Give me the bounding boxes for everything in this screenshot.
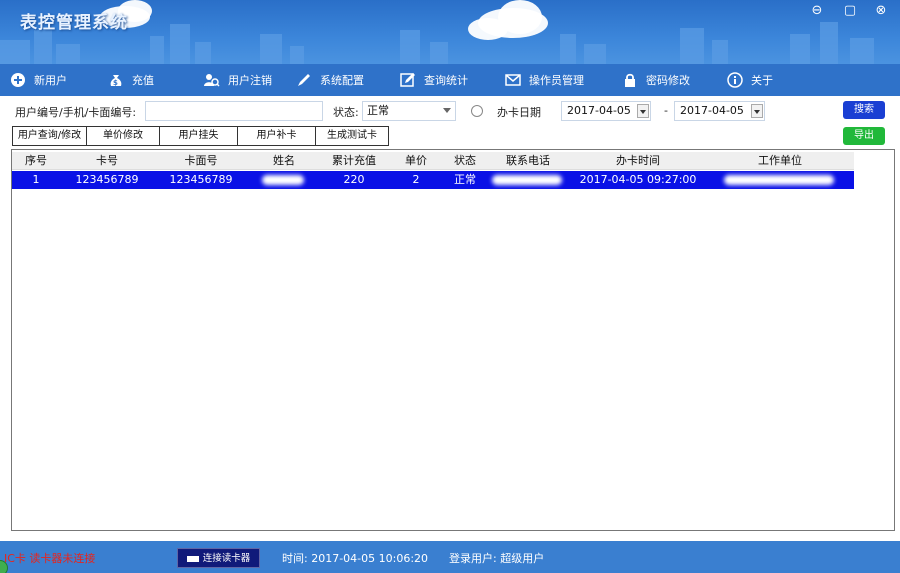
login-user: 登录用户: 超级用户 [449, 552, 545, 565]
redacted-phone [492, 175, 562, 185]
generate-test-card-button[interactable]: 生成测试卡 [315, 126, 389, 146]
user-table[interactable]: 序号 卡号 卡面号 姓名 累计充值 单价 状态 联系电话 办卡时间 工作单位 1… [11, 149, 895, 531]
column-header[interactable]: 累计充值 [320, 152, 388, 170]
date-filter-label: 办卡日期 [497, 106, 541, 119]
user-search-label: 用户编号/手机/卡面编号: [15, 106, 137, 119]
minimize-icon[interactable]: ⊖ [807, 3, 827, 19]
toolbar-about[interactable]: 关于 [727, 72, 807, 88]
unit-price-edit-button[interactable]: 单价修改 [86, 126, 160, 146]
redacted-name [262, 175, 304, 185]
connect-reader-label: 连接读卡器 [202, 553, 251, 564]
toolbar-label: 操作员管理 [529, 74, 584, 87]
toolbar-label: 密码修改 [646, 74, 690, 87]
toolbar-recharge[interactable]: $ 充值 [108, 72, 204, 88]
export-button[interactable]: 导出 [843, 127, 885, 145]
status-select[interactable]: 正常 [362, 101, 456, 121]
table-header: 序号 卡号 卡面号 姓名 累计充值 单价 状态 联系电话 办卡时间 工作单位 [12, 152, 854, 170]
issue-time: 2017-04-05 09:27:00 [579, 173, 697, 186]
toolbar-label: 查询统计 [424, 74, 468, 87]
column-header[interactable]: 联系电话 [486, 152, 570, 170]
lock-icon [622, 72, 638, 88]
column-header[interactable]: 卡号 [60, 152, 154, 170]
action-buttons: 用户查询/修改 单价修改 用户挂失 用户补卡 生成测试卡 [12, 126, 389, 146]
user-search-icon [204, 72, 220, 88]
toolbar-label: 充值 [132, 74, 154, 87]
toolbar-new-user[interactable]: 新用户 [10, 72, 108, 88]
info-icon [727, 72, 743, 88]
date-filter-radio[interactable] [471, 105, 483, 117]
column-header[interactable]: 姓名 [248, 152, 320, 170]
column-header[interactable]: 办卡时间 [570, 152, 706, 170]
status-label: 状态: [333, 106, 359, 119]
usb-icon [186, 555, 199, 562]
filter-row: 用户编号/手机/卡面编号: 状态: 正常 办卡日期 2017-04-05 - 2… [0, 100, 900, 122]
user-search-input[interactable] [145, 101, 323, 121]
search-button[interactable]: 搜索 [843, 101, 885, 119]
title-banner: 表控管理系统 ⊖ ▢ ⊗ [0, 0, 900, 64]
toolbar-label: 系统配置 [320, 74, 364, 87]
toolbar-label: 用户注销 [228, 74, 272, 87]
row-index: 1 [32, 173, 40, 186]
unit-price: 2 [412, 173, 420, 186]
total-recharge: 220 [343, 173, 365, 186]
column-header[interactable]: 工作单位 [706, 152, 854, 170]
toolbar-query-stats[interactable]: 查询统计 [400, 72, 505, 88]
pen-icon [296, 72, 312, 88]
current-time: 时间: 2017-04-05 10:06:20 [282, 552, 429, 565]
card-face-number: 123456789 [169, 173, 233, 186]
calendar-dropdown-icon[interactable] [751, 104, 763, 118]
chevron-down-icon [443, 108, 451, 113]
date-to-picker[interactable]: 2017-04-05 [674, 101, 765, 121]
card-number: 123456789 [75, 173, 139, 186]
envelope-icon [505, 72, 521, 88]
status-select-value: 正常 [367, 104, 389, 117]
toolbar-system-config[interactable]: 系统配置 [296, 72, 400, 88]
main-toolbar: 新用户 $ 充值 用户注销 系统配置 查询统计 操作员管理 密码修改 关于 [0, 64, 900, 96]
reader-status-text: IC卡 读卡器未连接 [4, 552, 96, 565]
date-to-value: 2017-04-05 [680, 104, 744, 117]
connect-reader-button[interactable]: 连接读卡器 [177, 548, 260, 568]
money-bag-icon: $ [108, 72, 124, 88]
column-header[interactable]: 单价 [388, 152, 444, 170]
app-title: 表控管理系统 [20, 13, 128, 33]
svg-text:$: $ [113, 79, 118, 87]
date-from-picker[interactable]: 2017-04-05 [561, 101, 651, 121]
plus-circle-icon [10, 72, 26, 88]
redacted-work-unit [724, 175, 834, 185]
calendar-dropdown-icon[interactable] [637, 104, 649, 118]
reissue-card-button[interactable]: 用户补卡 [237, 126, 316, 146]
toolbar-label: 关于 [751, 74, 773, 87]
maximize-icon[interactable]: ▢ [840, 3, 860, 19]
toolbar-user-cancel[interactable]: 用户注销 [204, 72, 296, 88]
status-bar: IC卡 读卡器未连接 连接读卡器 时间: 2017-04-05 10:06:20… [0, 541, 900, 573]
toolbar-password-change[interactable]: 密码修改 [622, 72, 727, 88]
toolbar-operator-manage[interactable]: 操作员管理 [505, 72, 622, 88]
user-query-edit-button[interactable]: 用户查询/修改 [12, 126, 87, 146]
edit-report-icon [400, 72, 416, 88]
date-from-value: 2017-04-05 [567, 104, 631, 117]
table-row[interactable]: 1 123456789 123456789 220 2 正常 2017-04-0… [12, 171, 854, 189]
close-icon[interactable]: ⊗ [871, 3, 891, 19]
column-header[interactable]: 卡面号 [154, 152, 248, 170]
column-header[interactable]: 状态 [444, 152, 486, 170]
toolbar-label: 新用户 [34, 74, 67, 87]
work-area: 用户编号/手机/卡面编号: 状态: 正常 办卡日期 2017-04-05 - 2… [0, 96, 900, 541]
report-loss-button[interactable]: 用户挂失 [159, 126, 238, 146]
column-header[interactable]: 序号 [12, 152, 60, 170]
user-status: 正常 [454, 173, 476, 186]
date-separator: - [664, 104, 668, 117]
